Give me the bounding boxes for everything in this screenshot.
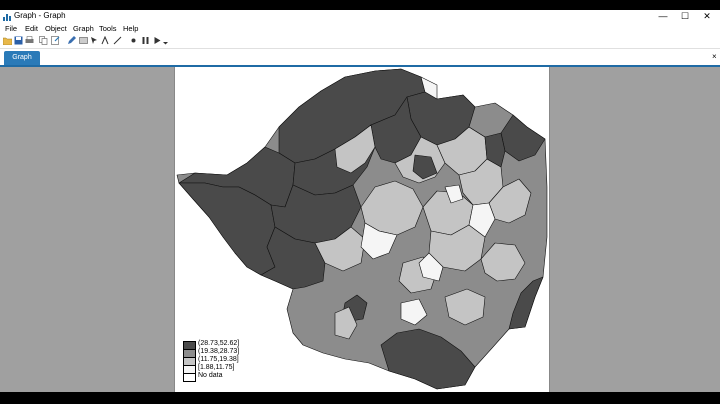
legend-swatch	[183, 373, 196, 382]
legend-label: [1.88,11.75]	[198, 364, 235, 371]
add-text-icon[interactable]	[101, 36, 110, 45]
open-icon[interactable]	[3, 36, 12, 45]
title-bar: Graph - Graph — ☐ ✕	[0, 10, 720, 23]
menu-bar: File Edit Object Graph Tools Help	[0, 23, 720, 34]
tab-graph[interactable]: Graph	[4, 51, 40, 65]
recorder-icon[interactable]	[79, 36, 88, 45]
maximize-button[interactable]: ☐	[674, 10, 696, 23]
toolbar	[0, 34, 720, 49]
close-icon[interactable]: ×	[712, 52, 717, 61]
menu-object[interactable]: Object	[45, 24, 67, 33]
legend-label: No data	[198, 372, 223, 379]
stata-graph-icon	[3, 14, 11, 21]
menu-tools[interactable]: Tools	[99, 24, 117, 33]
minimize-button[interactable]: —	[652, 10, 674, 23]
menu-graph[interactable]: Graph	[73, 24, 94, 33]
application-window: Graph - Graph — ☐ ✕ File Edit Object Gra…	[0, 10, 720, 392]
window-title: Graph - Graph	[14, 11, 66, 20]
export-icon[interactable]	[51, 36, 60, 45]
legend-label: (28.73,52.62]	[198, 340, 240, 347]
graph-viewport: (28.73,52.62] (19.38,28.73] (11.75,19.38…	[0, 67, 720, 392]
pointer-icon[interactable]	[90, 36, 99, 45]
dropdown-icon[interactable]	[161, 36, 170, 45]
legend-label: (19.38,28.73]	[198, 348, 240, 355]
legend-label: (11.75,19.38]	[198, 356, 239, 363]
menu-help[interactable]: Help	[123, 24, 138, 33]
marker-icon[interactable]	[129, 36, 138, 45]
tab-strip: Graph ×	[0, 49, 720, 67]
close-button[interactable]: ✕	[696, 10, 718, 23]
menu-edit[interactable]: Edit	[25, 24, 38, 33]
edit-icon[interactable]	[67, 36, 76, 45]
copy-icon[interactable]	[39, 36, 48, 45]
print-icon[interactable]	[25, 36, 34, 45]
add-line-icon[interactable]	[113, 36, 122, 45]
save-icon[interactable]	[14, 36, 23, 45]
menu-file[interactable]: File	[5, 24, 17, 33]
pause-icon[interactable]	[141, 36, 150, 45]
graph-canvas[interactable]: (28.73,52.62] (19.38,28.73] (11.75,19.38…	[174, 67, 550, 392]
